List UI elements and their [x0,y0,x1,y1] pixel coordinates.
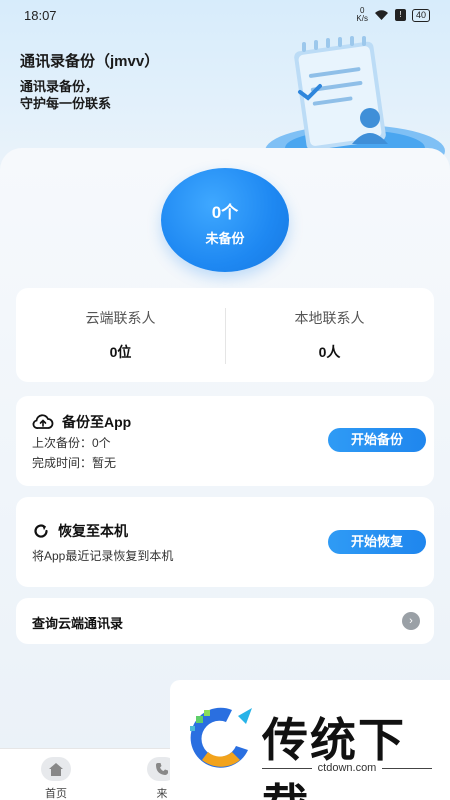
backup-card: 备份至App 上次备份：0个 完成时间：暂无 开始备份 [16,396,434,486]
cloud-contacts-value: 0位 [109,344,132,360]
restore-description: 将App最近记录恢复到本机 [32,549,174,563]
status-icons: 0 K/s ! 40 [356,7,430,23]
query-cloud-contacts-label: 查询云端通讯录 [32,616,124,631]
net-speed: 0 K/s [356,6,368,23]
restore-card-title: 恢复至本机 [32,521,128,541]
cloud-contacts-label: 云端联系人 [85,310,156,326]
status-time: 18:07 [24,7,57,23]
home-icon [41,757,71,781]
local-contacts-label: 本地联系人 [294,310,365,326]
watermark-brand: 传统下载 [262,713,406,800]
query-cloud-contacts-row[interactable]: 查询云端通讯录 › [16,598,434,644]
refresh-icon [34,524,48,538]
battery-indicator: 40 [411,8,430,22]
contacts-book-illustration [265,36,445,166]
restore-card: 恢复至本机 将App最近记录恢复到本机 开始恢复 [16,497,434,587]
chevron-right-icon: › [402,612,420,630]
nav-label-home: 首页 [45,788,67,800]
nav-item-home[interactable]: 首页 [26,749,86,800]
start-backup-button[interactable]: 开始备份 [328,428,426,452]
cloud-upload-icon [32,414,54,429]
slogan: 通讯录备份， 守护每一份联系 [20,79,112,111]
contacts-stats-card: 云端联系人 0位 本地联系人 0人 [16,288,434,382]
backup-card-title: 备份至App [32,412,131,432]
vibrate-icon: ! [394,9,406,21]
backup-status-circle: 0个 未备份 [161,168,289,272]
backup-count: 0个 [211,203,239,222]
start-restore-button[interactable]: 开始恢复 [328,530,426,554]
watermark-url: ctdown.com [262,762,433,774]
page-title: 通讯录备份（jmvv） [20,53,160,70]
wifi-icon [374,10,388,20]
last-backup-text: 上次备份：0个 [32,436,111,450]
watermark-overlay: 传统下载 ctdown.com [170,680,450,800]
brand-logo-icon [190,707,252,768]
finish-time-text: 完成时间：暂无 [32,456,117,470]
backup-state: 未备份 [205,231,245,246]
local-contacts-value: 0人 [318,344,341,360]
status-bar: 18:07 0 K/s ! 40 [0,0,450,30]
